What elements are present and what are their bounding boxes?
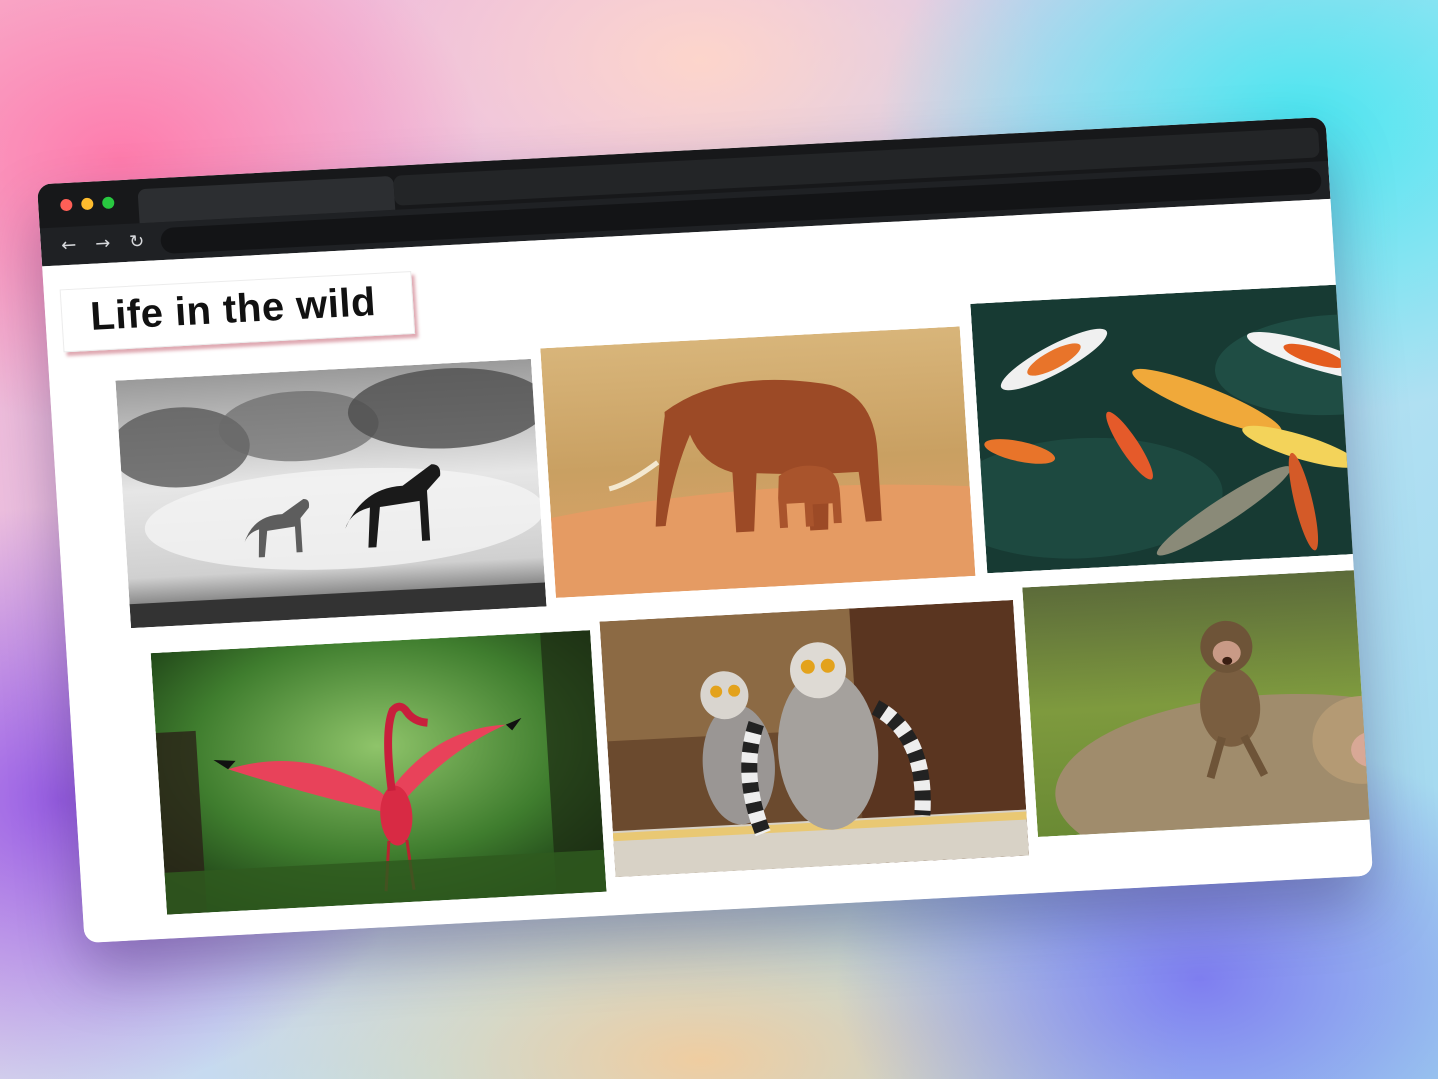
- page-title-box: Life in the wild: [59, 271, 415, 353]
- photo-monkeys[interactable]: [1022, 566, 1374, 837]
- elephants-icon: [540, 326, 976, 598]
- window-controls: [59, 196, 115, 212]
- monkeys-icon: [1022, 566, 1374, 837]
- minimize-window-button[interactable]: [80, 197, 94, 211]
- maximize-window-button[interactable]: [101, 196, 115, 210]
- photo-lemurs[interactable]: [599, 599, 1030, 878]
- back-arrow-icon[interactable]: ←: [56, 233, 81, 258]
- lemurs-icon: [599, 599, 1030, 878]
- page-title: Life in the wild: [89, 279, 378, 339]
- photo-horses[interactable]: [115, 358, 547, 629]
- photo-scarlet-ibis[interactable]: [150, 630, 607, 915]
- photo-koi-fish[interactable]: [970, 280, 1374, 574]
- browser-window: ← → ↻ Life in the wild: [36, 116, 1374, 944]
- close-window-button[interactable]: [59, 198, 73, 212]
- koi-fish-icon: [970, 280, 1374, 574]
- scarlet-ibis-icon: [150, 630, 607, 915]
- forward-arrow-icon[interactable]: →: [90, 232, 115, 257]
- horses-icon: [115, 358, 547, 629]
- photo-elephants[interactable]: [540, 326, 976, 598]
- reload-icon[interactable]: ↻: [124, 230, 149, 255]
- page-content: Life in the wild: [42, 198, 1374, 944]
